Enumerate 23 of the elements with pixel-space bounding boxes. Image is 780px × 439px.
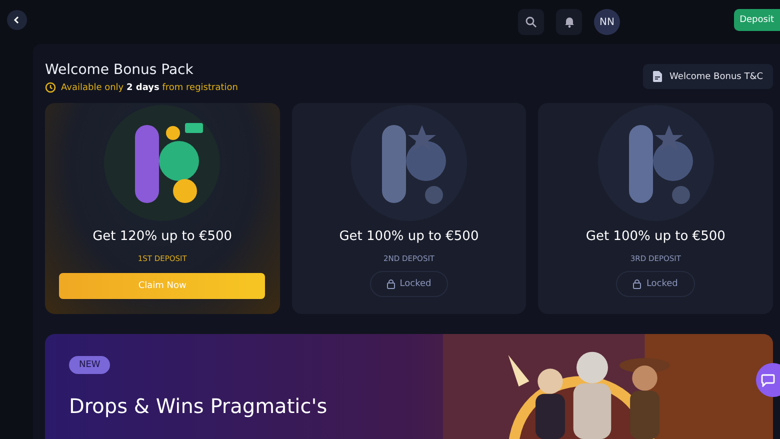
promo-title: Drops & Wins Pragmatic's [69, 394, 328, 418]
chat-icon [761, 374, 775, 386]
back-button[interactable] [6, 10, 26, 30]
bell-icon [564, 16, 574, 28]
notifications-button[interactable] [556, 9, 582, 35]
lock-icon [633, 279, 642, 289]
new-badge: NEW [69, 356, 110, 374]
availability-note: Available only 2 days from registration [61, 82, 238, 92]
offer-text: Get 100% up to €500 [339, 229, 479, 244]
search-icon [525, 16, 537, 28]
lock-icon [386, 279, 395, 289]
locked-button[interactable]: Locked [370, 271, 448, 297]
offer-text: Get 120% up to €500 [92, 229, 232, 244]
locked-button[interactable]: Locked [616, 271, 695, 297]
chevron-left-icon [12, 16, 20, 24]
deposit-button[interactable]: Deposit [734, 9, 780, 31]
clock-icon [45, 82, 56, 93]
document-icon [652, 71, 662, 82]
user-avatar[interactable]: NN [594, 9, 620, 35]
search-button[interactable] [518, 9, 544, 35]
offer-text: Get 100% up to €500 [586, 229, 726, 244]
terms-button[interactable]: Welcome Bonus T&C [642, 64, 773, 89]
section-title: Welcome Bonus Pack [45, 62, 194, 78]
